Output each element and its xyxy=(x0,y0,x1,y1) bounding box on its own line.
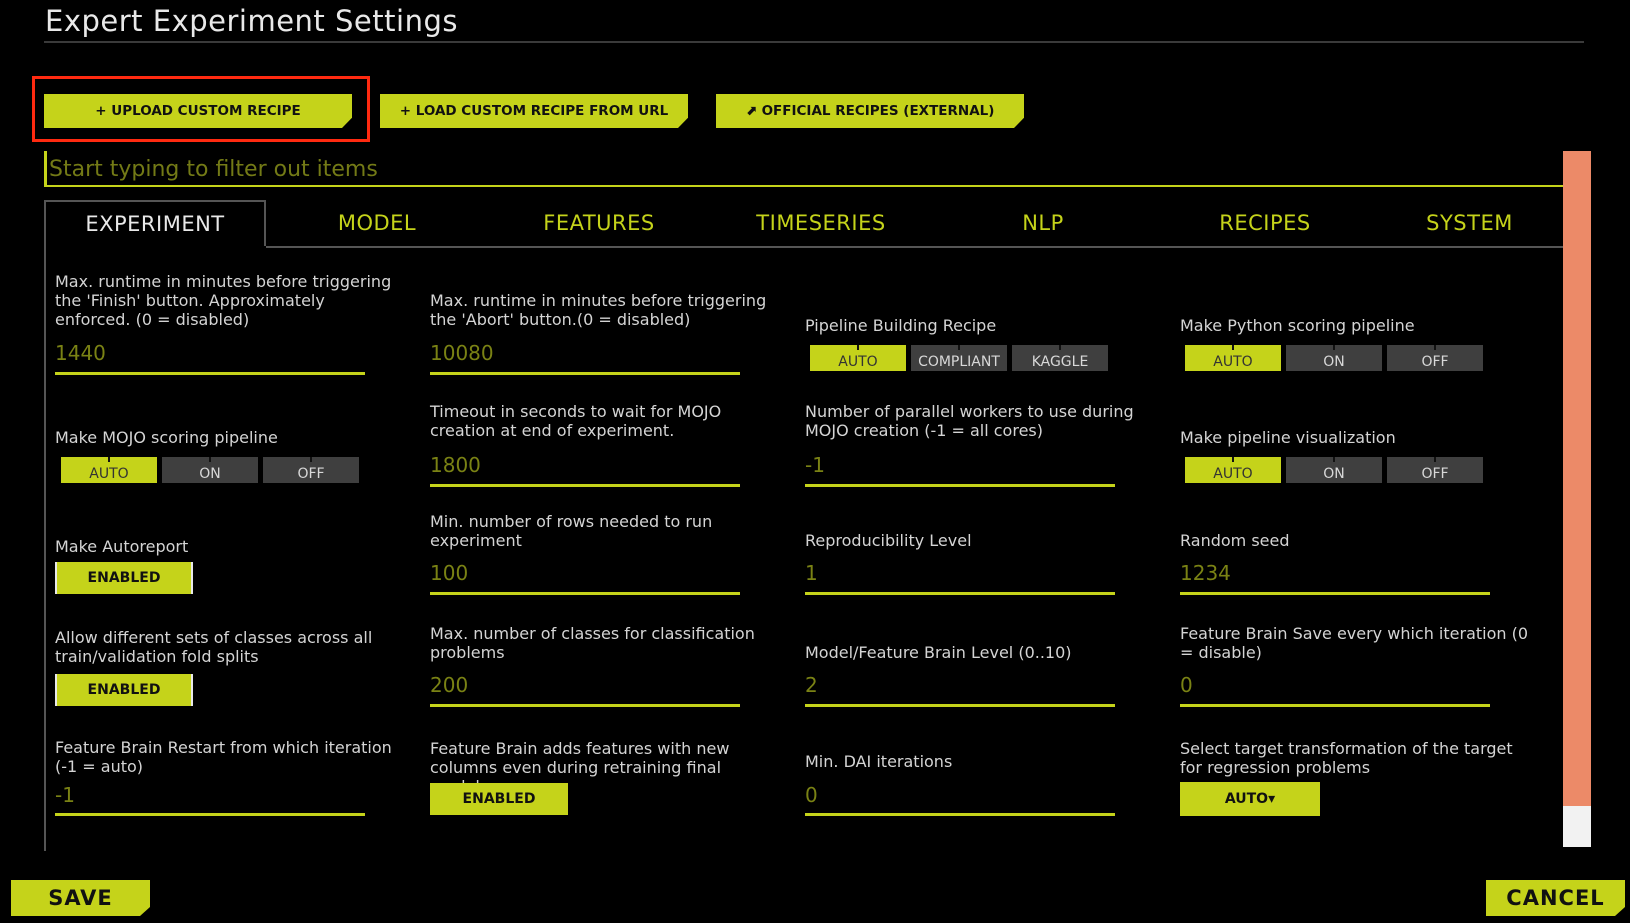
mojo-auto-option[interactable]: AUTO xyxy=(61,457,157,483)
scrollbar-end xyxy=(1563,806,1591,847)
upload-custom-recipe-button[interactable]: + UPLOAD CUSTOM RECIPE xyxy=(44,94,352,128)
max-classes-input[interactable]: 200 xyxy=(430,673,468,697)
max-classes-underline xyxy=(430,704,740,707)
min-dai-iter-input[interactable]: 0 xyxy=(805,783,818,807)
tabs-divider xyxy=(266,246,1563,248)
reproducibility-label: Reproducibility Level xyxy=(805,531,972,550)
python-on-option[interactable]: ON xyxy=(1286,345,1382,371)
tab-features[interactable]: FEATURES xyxy=(488,200,710,246)
max-runtime-abort-underline xyxy=(430,372,740,375)
tab-nlp[interactable]: NLP xyxy=(932,200,1154,246)
brain-save-input[interactable]: 0 xyxy=(1180,673,1193,697)
recipe-compliant-option[interactable]: COMPLIANT xyxy=(911,345,1007,371)
random-seed-input[interactable]: 1234 xyxy=(1180,561,1231,585)
brain-save-underline xyxy=(1180,704,1490,707)
save-button[interactable]: SAVE xyxy=(11,880,150,916)
random-seed-underline xyxy=(1180,592,1490,595)
reproducibility-input[interactable]: 1 xyxy=(805,561,818,585)
diff-classes-toggle[interactable]: ENABLED xyxy=(55,674,193,706)
pipeline-viz-label: Make pipeline visualization xyxy=(1180,428,1396,447)
tab-system[interactable]: SYSTEM xyxy=(1376,200,1563,246)
python-pipeline-toggle: AUTO ON OFF xyxy=(1185,345,1488,371)
scrollbar-thumb[interactable] xyxy=(1563,151,1591,806)
reproducibility-underline xyxy=(805,592,1115,595)
cancel-button[interactable]: CANCEL xyxy=(1486,880,1625,916)
mojo-pipeline-toggle: AUTO ON OFF xyxy=(61,457,364,483)
diff-classes-label: Allow different sets of classes across a… xyxy=(55,628,373,666)
mojo-timeout-input[interactable]: 1800 xyxy=(430,453,481,477)
max-runtime-finish-label: Max. runtime in minutes before triggerin… xyxy=(55,272,392,329)
brain-level-underline xyxy=(805,704,1115,707)
target-transform-label: Select target transformation of the targ… xyxy=(1180,739,1513,777)
tab-timeseries[interactable]: TIMESERIES xyxy=(710,200,932,246)
viz-auto-option[interactable]: AUTO xyxy=(1185,457,1281,483)
random-seed-label: Random seed xyxy=(1180,531,1290,550)
brain-restart-label: Feature Brain Restart from which iterati… xyxy=(55,738,392,776)
max-runtime-abort-input[interactable]: 10080 xyxy=(430,341,494,365)
mojo-pipeline-label: Make MOJO scoring pipeline xyxy=(55,428,278,447)
tab-bar: EXPERIMENT MODEL FEATURES TIMESERIES NLP… xyxy=(44,200,1563,248)
max-runtime-finish-input[interactable]: 1440 xyxy=(55,341,106,365)
mojo-on-option[interactable]: ON xyxy=(162,457,258,483)
mojo-workers-underline xyxy=(805,484,1115,487)
pipeline-recipe-toggle: AUTO COMPLIANT KAGGLE xyxy=(810,345,1113,371)
mojo-off-option[interactable]: OFF xyxy=(263,457,359,483)
python-pipeline-label: Make Python scoring pipeline xyxy=(1180,316,1415,335)
mojo-workers-input[interactable]: -1 xyxy=(805,453,825,477)
python-off-option[interactable]: OFF xyxy=(1387,345,1483,371)
max-classes-label: Max. number of classes for classificatio… xyxy=(430,624,755,662)
min-rows-underline xyxy=(430,592,740,595)
recipe-kaggle-option[interactable]: KAGGLE xyxy=(1012,345,1108,371)
target-transform-dropdown[interactable]: AUTO▾ xyxy=(1180,782,1320,816)
tab-experiment[interactable]: EXPERIMENT xyxy=(44,200,266,246)
brain-restart-input[interactable]: -1 xyxy=(55,783,75,807)
title-divider xyxy=(44,41,1584,43)
mojo-workers-label: Number of parallel workers to use during… xyxy=(805,402,1134,440)
min-rows-input[interactable]: 100 xyxy=(430,561,468,585)
load-recipe-url-button[interactable]: + LOAD CUSTOM RECIPE FROM URL xyxy=(380,94,688,128)
autoreport-toggle[interactable]: ENABLED xyxy=(55,562,193,594)
min-rows-label: Min. number of rows needed to run experi… xyxy=(430,512,713,550)
pipeline-recipe-label: Pipeline Building Recipe xyxy=(805,316,997,335)
python-auto-option[interactable]: AUTO xyxy=(1185,345,1281,371)
tab-recipes[interactable]: RECIPES xyxy=(1154,200,1376,246)
max-runtime-finish-underline xyxy=(55,372,365,375)
min-dai-iter-label: Min. DAI iterations xyxy=(805,752,953,771)
brain-new-cols-toggle[interactable]: ENABLED xyxy=(430,783,568,815)
max-runtime-abort-label: Max. runtime in minutes before triggerin… xyxy=(430,291,767,329)
mojo-timeout-underline xyxy=(430,484,740,487)
panel-border xyxy=(44,246,46,851)
viz-off-option[interactable]: OFF xyxy=(1387,457,1483,483)
tab-model[interactable]: MODEL xyxy=(266,200,488,246)
autoreport-label: Make Autoreport xyxy=(55,537,189,556)
brain-restart-underline xyxy=(55,813,365,816)
min-dai-iter-underline xyxy=(805,813,1115,816)
viz-on-option[interactable]: ON xyxy=(1286,457,1382,483)
pipeline-viz-toggle: AUTO ON OFF xyxy=(1185,457,1488,483)
filter-field xyxy=(44,151,1568,187)
brain-level-label: Model/Feature Brain Level (0..10) xyxy=(805,643,1072,662)
filter-input[interactable] xyxy=(47,151,1568,187)
official-recipes-button[interactable]: ⬈ OFFICIAL RECIPES (EXTERNAL) xyxy=(716,94,1024,128)
mojo-timeout-label: Timeout in seconds to wait for MOJO crea… xyxy=(430,402,722,440)
page-title: Expert Experiment Settings xyxy=(45,4,458,38)
brain-save-label: Feature Brain Save every which iteration… xyxy=(1180,624,1529,662)
brain-level-input[interactable]: 2 xyxy=(805,673,818,697)
recipe-auto-option[interactable]: AUTO xyxy=(810,345,906,371)
